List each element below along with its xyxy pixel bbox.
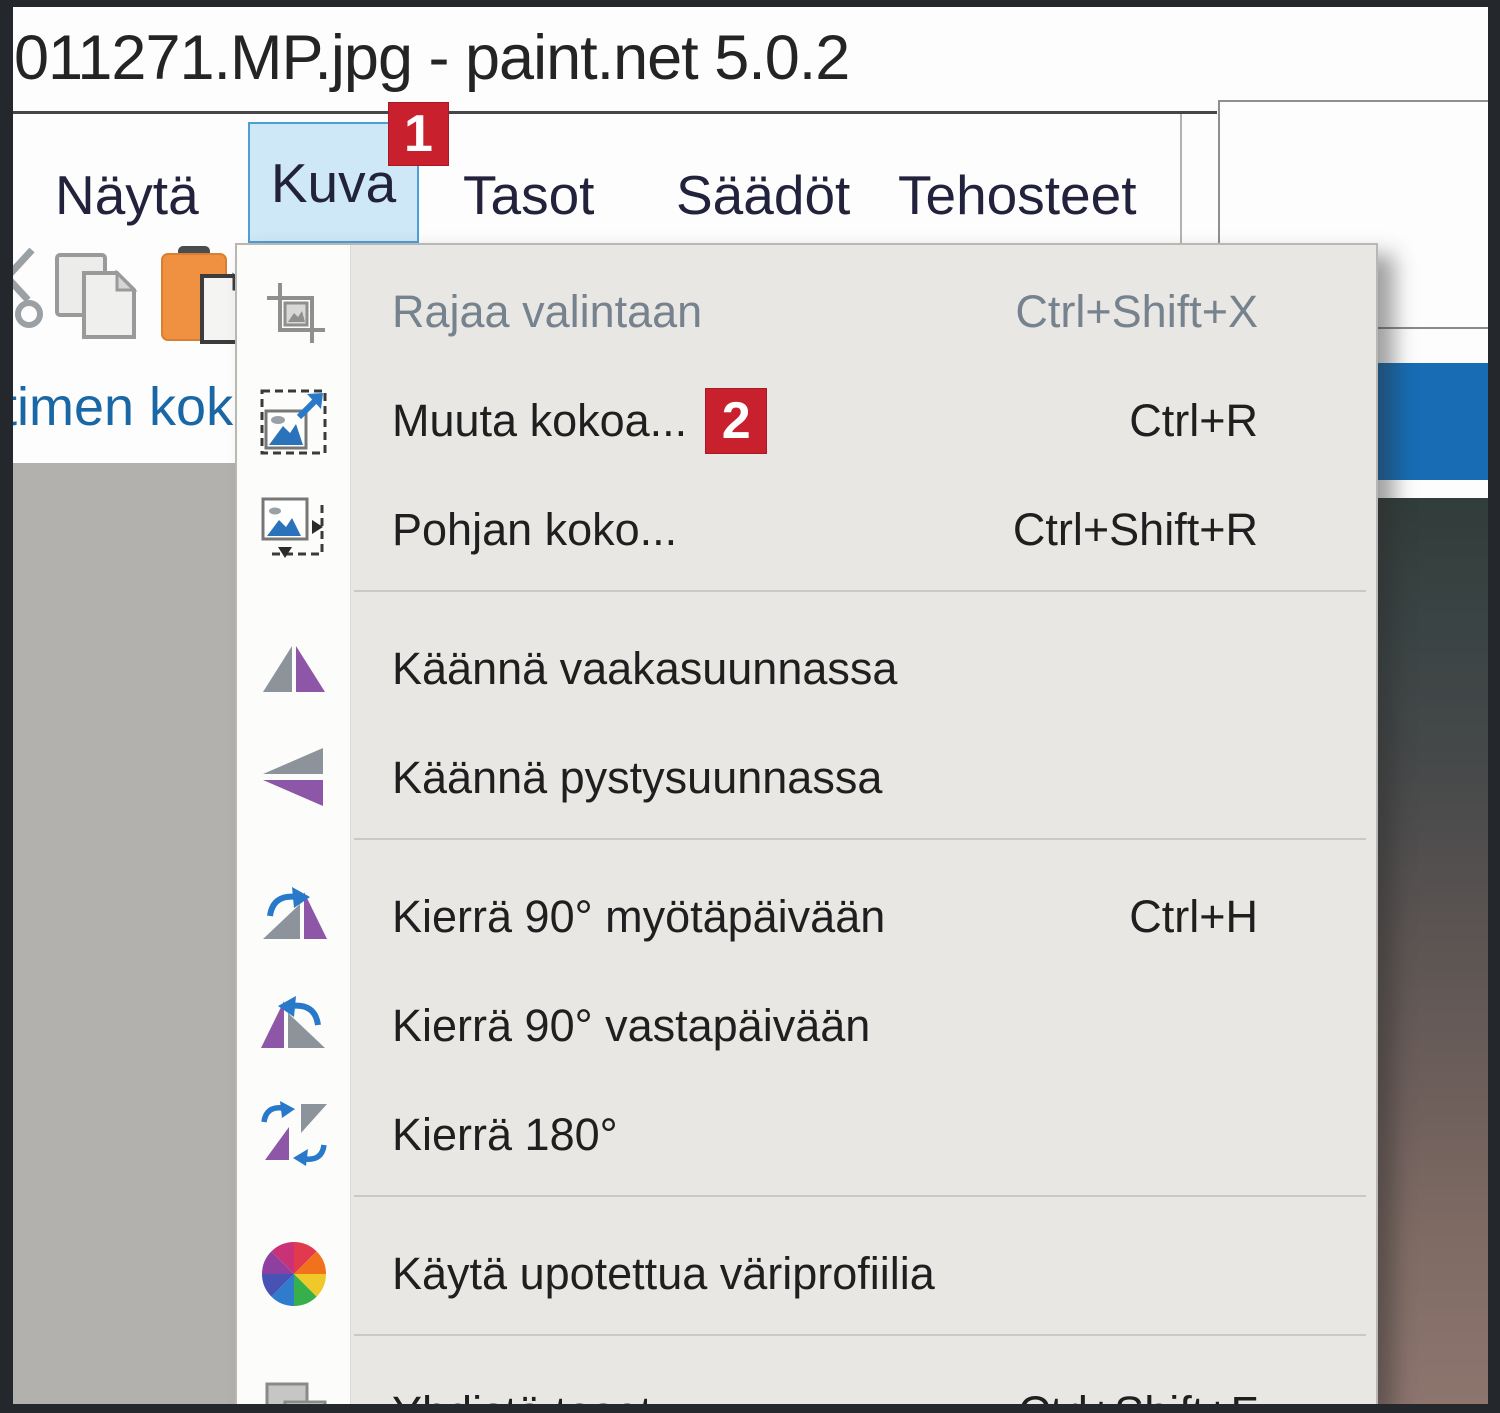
annotation-badge-2: 2 bbox=[705, 387, 768, 454]
menu-item-kaanna-vaakasuunnassa[interactable]: Käännä vaakasuunnassa bbox=[237, 614, 1376, 723]
menu-item-rajaa-valintaan: Rajaa valintaan Ctrl+Shift+X bbox=[237, 257, 1376, 366]
menu-item-kaanna-pystysuunnassa[interactable]: Käännä pystysuunnassa bbox=[237, 723, 1376, 832]
menu-item-yhdista-tasot[interactable]: Yhdistä tasot Ctrl+Shift+F bbox=[237, 1358, 1376, 1406]
color-wheel-icon bbox=[237, 1239, 350, 1309]
menu-separator bbox=[354, 1195, 1366, 1197]
kuva-dropdown-menu: Rajaa valintaan Ctrl+Shift+X Muuta kokoa… bbox=[235, 243, 1378, 1406]
flip-horizontal-icon bbox=[237, 634, 350, 704]
menu-separator bbox=[354, 838, 1366, 840]
menu-item-pohjan-koko[interactable]: Pohjan koko... Ctrl+Shift+R bbox=[237, 475, 1376, 584]
screenshot-frame-right bbox=[1488, 0, 1500, 1413]
annotation-badge-1: 1 bbox=[388, 102, 449, 166]
flip-vertical-icon bbox=[237, 743, 350, 813]
menubar-item-tasot[interactable]: Tasot bbox=[455, 146, 602, 243]
crop-icon bbox=[237, 277, 350, 347]
menu-item-label: Käännä vaakasuunnassa bbox=[392, 642, 898, 694]
canvas-size-icon bbox=[237, 495, 350, 565]
menu-item-label: Pohjan koko... bbox=[392, 503, 678, 555]
side-panel-left-border bbox=[1218, 100, 1220, 243]
menubar-item-nayta[interactable]: Näytä bbox=[47, 146, 207, 243]
rotate-clockwise-icon bbox=[237, 882, 350, 952]
menu-item-label: Kierrä 90° myötäpäivään bbox=[392, 890, 886, 942]
menu-separator bbox=[354, 1334, 1366, 1336]
menu-item-kierra-90-myotapaivaan[interactable]: Kierrä 90° myötäpäivään Ctrl+H bbox=[237, 862, 1376, 971]
menu-item-shortcut: Ctrl+R bbox=[1129, 394, 1258, 446]
menu-item-muuta-kokoa[interactable]: Muuta kokoa... 2 Ctrl+R bbox=[237, 366, 1376, 475]
screenshot-root: 011271.MP.jpg - paint.net 5.0.2 Näytä Ku… bbox=[0, 0, 1500, 1413]
photo-edge bbox=[1378, 498, 1488, 1404]
menu-item-kierra-180[interactable]: Kierrä 180° bbox=[237, 1080, 1376, 1189]
menu-item-shortcut: Ctrl+H bbox=[1129, 890, 1258, 942]
menu-item-label: Rajaa valintaan bbox=[392, 285, 703, 337]
menu-separator bbox=[354, 590, 1366, 592]
menu-item-kierra-90-vastapaivaan[interactable]: Kierrä 90° vastapäivään bbox=[237, 971, 1376, 1080]
photo-window-blue-bar bbox=[1378, 363, 1488, 480]
menu-item-label: Käytä upotettua väriprofiilia bbox=[392, 1247, 935, 1299]
menu-item-shortcut: Ctrl+Shift+X bbox=[1015, 285, 1258, 337]
menu-item-label: Kierrä 180° bbox=[392, 1108, 618, 1160]
menu-item-label: Muuta kokoa... bbox=[392, 394, 688, 446]
rotate-counterclockwise-icon bbox=[237, 991, 350, 1061]
merge-layers-icon bbox=[237, 1378, 350, 1406]
zoom-dropdown-fragment[interactable]: timen kok bbox=[2, 376, 233, 438]
screenshot-frame-left bbox=[0, 0, 13, 1413]
window-title: 011271.MP.jpg - paint.net 5.0.2 bbox=[14, 23, 850, 93]
screenshot-frame-bottom bbox=[0, 1404, 1500, 1413]
menu-item-shortcut: Ctrl+Shift+R bbox=[1012, 503, 1258, 555]
titlebar-divider bbox=[13, 111, 1217, 114]
side-panel-top-border bbox=[1218, 100, 1488, 102]
resize-icon bbox=[237, 386, 350, 456]
rotate-180-icon bbox=[237, 1100, 350, 1170]
menu-item-label: Kierrä 90° vastapäivään bbox=[392, 999, 871, 1051]
menubar-item-tehosteet[interactable]: Tehosteet bbox=[890, 146, 1145, 243]
window-edge-line bbox=[1180, 113, 1182, 243]
menu-item-label: Käännä pystysuunnassa bbox=[392, 751, 883, 803]
screenshot-frame-top bbox=[0, 0, 1500, 7]
menubar-item-saadot[interactable]: Säädöt bbox=[668, 146, 858, 243]
copy-icon[interactable] bbox=[54, 252, 144, 347]
photo-window-divider bbox=[1378, 327, 1488, 329]
menu-item-kayta-upotettua-variprofiilia[interactable]: Käytä upotettua väriprofiilia bbox=[237, 1219, 1376, 1328]
